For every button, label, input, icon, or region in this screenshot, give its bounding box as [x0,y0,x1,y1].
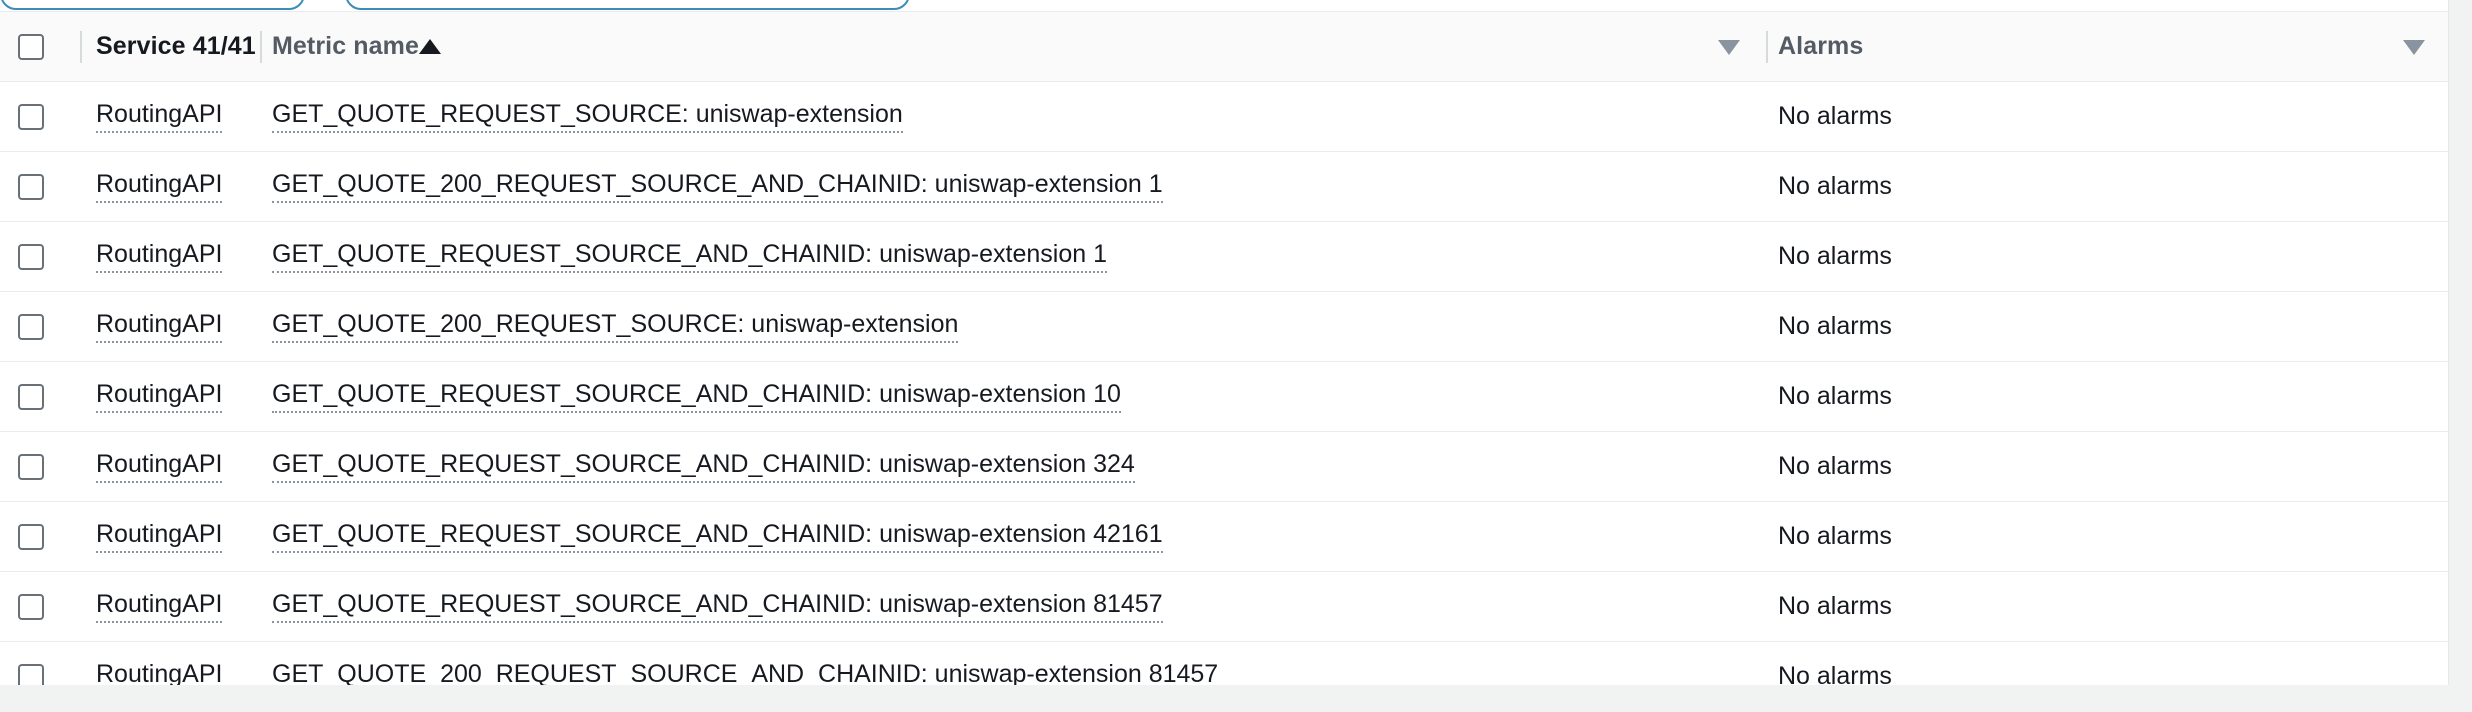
metric-name-link[interactable]: GET_QUOTE_REQUEST_SOURCE_AND_CHAINID: un… [272,520,1163,554]
row-select-cell[interactable] [0,103,62,130]
service-link[interactable]: RoutingAPI [96,100,223,134]
metric-name-link[interactable]: GET_QUOTE_200_REQUEST_SOURCE: uniswap-ex… [272,310,959,344]
table-header-row: Service 41/41 Metric name Alarms [0,11,2448,82]
alarms-status: No alarms [1778,242,1892,271]
cell-alarms: No alarms [1766,452,2448,481]
row-select-checkbox[interactable] [18,593,44,620]
cell-service: RoutingAPI [62,100,260,134]
service-link[interactable]: RoutingAPI [96,170,223,204]
table-row[interactable]: RoutingAPI GET_QUOTE_REQUEST_SOURCE_AND_… [0,362,2448,432]
service-link[interactable]: RoutingAPI [96,590,223,624]
segmented-control-right[interactable] [345,0,910,10]
cut-off-controls-strip [0,0,2448,11]
alarms-status: No alarms [1778,452,1892,481]
cell-alarms: No alarms [1766,382,2448,411]
cell-service: RoutingAPI [62,240,260,274]
cell-metric-name: GET_QUOTE_REQUEST_SOURCE: uniswap-extens… [260,100,1766,134]
segmented-control-left[interactable] [0,0,305,10]
alarms-status: No alarms [1778,102,1892,131]
row-select-cell[interactable] [0,593,62,620]
cell-service: RoutingAPI [62,590,260,624]
alarms-status: No alarms [1778,522,1892,551]
column-header-metric-name[interactable]: Metric name [260,32,1766,61]
cell-service: RoutingAPI [62,170,260,204]
table-row[interactable]: RoutingAPI GET_QUOTE_REQUEST_SOURCE: uni… [0,82,2448,152]
table-row[interactable]: RoutingAPI GET_QUOTE_200_REQUEST_SOURCE:… [0,292,2448,362]
alarms-status: No alarms [1778,312,1892,341]
row-select-cell[interactable] [0,523,62,550]
service-link[interactable]: RoutingAPI [96,520,223,554]
row-select-checkbox[interactable] [18,523,44,550]
metrics-table: Service 41/41 Metric name Alarms Routing… [0,11,2448,685]
cell-metric-name: GET_QUOTE_REQUEST_SOURCE_AND_CHAINID: un… [260,590,1766,624]
cell-metric-name: GET_QUOTE_200_REQUEST_SOURCE: uniswap-ex… [260,310,1766,344]
column-header-alarms[interactable]: Alarms [1766,32,2448,61]
metric-name-link[interactable]: GET_QUOTE_200_REQUEST_SOURCE_AND_CHAINID… [272,660,1218,685]
cell-service: RoutingAPI [62,310,260,344]
cell-metric-name: GET_QUOTE_200_REQUEST_SOURCE_AND_CHAINID… [260,170,1766,204]
alarms-status: No alarms [1778,382,1892,411]
row-select-checkbox[interactable] [18,173,44,200]
service-link[interactable]: RoutingAPI [96,240,223,274]
row-select-checkbox[interactable] [18,103,44,130]
cell-metric-name: GET_QUOTE_REQUEST_SOURCE_AND_CHAINID: un… [260,240,1766,274]
column-header-service[interactable]: Service 41/41 [62,32,441,61]
sort-descending-icon[interactable] [1718,39,1740,55]
metric-name-link[interactable]: GET_QUOTE_200_REQUEST_SOURCE_AND_CHAINID… [272,170,1163,204]
table-row[interactable]: RoutingAPI GET_QUOTE_REQUEST_SOURCE_AND_… [0,502,2448,572]
cell-service: RoutingAPI [62,380,260,414]
select-all-cell[interactable] [0,33,62,60]
cell-metric-name: GET_QUOTE_REQUEST_SOURCE_AND_CHAINID: un… [260,450,1766,484]
row-select-cell[interactable] [0,313,62,340]
row-select-checkbox[interactable] [18,313,44,340]
cell-alarms: No alarms [1766,242,2448,271]
cell-alarms: No alarms [1766,522,2448,551]
row-select-checkbox[interactable] [18,383,44,410]
metric-name-link[interactable]: GET_QUOTE_REQUEST_SOURCE: uniswap-extens… [272,100,903,134]
metric-name-link[interactable]: GET_QUOTE_REQUEST_SOURCE_AND_CHAINID: un… [272,380,1121,414]
select-all-checkbox[interactable] [18,33,44,60]
cell-metric-name: GET_QUOTE_200_REQUEST_SOURCE_AND_CHAINID… [260,660,1766,685]
table-row[interactable]: RoutingAPI GET_QUOTE_REQUEST_SOURCE_AND_… [0,222,2448,292]
column-header-alarms-label: Alarms [1778,32,1864,60]
metric-name-link[interactable]: GET_QUOTE_REQUEST_SOURCE_AND_CHAINID: un… [272,240,1107,274]
column-header-service-label: Service 41/41 [96,32,256,60]
service-link[interactable]: RoutingAPI [96,660,222,685]
cell-alarms: No alarms [1766,592,2448,621]
cell-service: RoutingAPI [62,660,260,685]
cell-alarms: No alarms [1766,172,2448,201]
row-select-cell[interactable] [0,663,62,685]
row-select-cell[interactable] [0,453,62,480]
cell-alarms: No alarms [1766,312,2448,341]
alarms-status: No alarms [1778,662,1892,685]
sort-descending-icon[interactable] [2403,39,2425,55]
row-select-checkbox[interactable] [18,453,44,480]
cell-metric-name: GET_QUOTE_REQUEST_SOURCE_AND_CHAINID: un… [260,380,1766,414]
row-select-cell[interactable] [0,383,62,410]
service-link[interactable]: RoutingAPI [96,310,223,344]
cell-service: RoutingAPI [62,520,260,554]
table-row[interactable]: RoutingAPI GET_QUOTE_REQUEST_SOURCE_AND_… [0,432,2448,502]
service-link[interactable]: RoutingAPI [96,450,223,484]
cell-alarms: No alarms [1766,102,2448,131]
table-row[interactable]: RoutingAPI GET_QUOTE_REQUEST_SOURCE_AND_… [0,572,2448,642]
table-row[interactable]: RoutingAPI GET_QUOTE_200_REQUEST_SOURCE_… [0,152,2448,222]
service-link[interactable]: RoutingAPI [96,380,223,414]
row-select-checkbox[interactable] [18,663,44,685]
metric-name-link[interactable]: GET_QUOTE_REQUEST_SOURCE_AND_CHAINID: un… [272,590,1163,624]
alarms-status: No alarms [1778,172,1892,201]
cell-metric-name: GET_QUOTE_REQUEST_SOURCE_AND_CHAINID: un… [260,520,1766,554]
right-page-gutter [2448,0,2472,685]
alarms-status: No alarms [1778,592,1892,621]
cell-service: RoutingAPI [62,450,260,484]
cell-alarms: No alarms [1766,662,2448,685]
bottom-page-gutter [0,685,2472,712]
row-select-cell[interactable] [0,173,62,200]
column-header-metric-name-label: Metric name [272,32,419,60]
row-select-checkbox[interactable] [18,243,44,270]
row-select-cell[interactable] [0,243,62,270]
metric-name-link[interactable]: GET_QUOTE_REQUEST_SOURCE_AND_CHAINID: un… [272,450,1135,484]
table-row[interactable]: RoutingAPI GET_QUOTE_200_REQUEST_SOURCE_… [0,642,2448,685]
